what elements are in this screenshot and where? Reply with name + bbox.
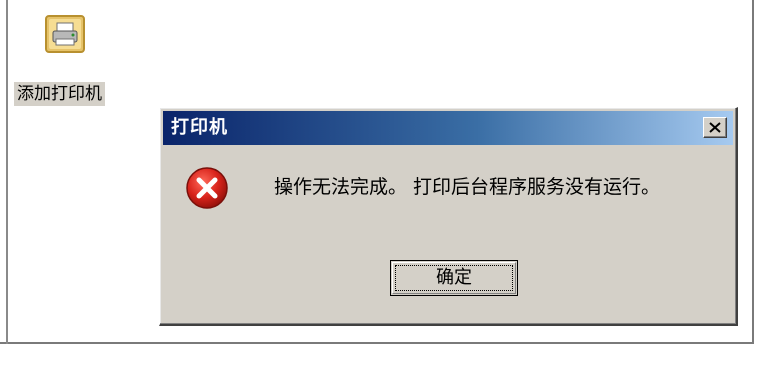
dialog-titlebar[interactable]: 打印机	[163, 111, 733, 145]
close-icon	[709, 122, 721, 133]
dialog-title: 打印机	[171, 117, 228, 138]
error-message: 操作无法完成。 打印后台程序服务没有运行。	[274, 176, 661, 198]
printer-error-dialog: 打印机 操作无法完成。 打印后台程序服务没有运行。 确定	[159, 107, 738, 326]
close-button[interactable]	[703, 117, 727, 138]
error-icon	[185, 166, 229, 210]
printer-icon	[44, 14, 86, 54]
ok-button[interactable]: 确定	[390, 260, 518, 296]
ok-button-label: 确定	[436, 267, 472, 288]
add-printer-shortcut[interactable]: 添加打印机	[14, 6, 140, 110]
add-printer-label: 添加打印机	[14, 82, 105, 106]
pane-left-border	[6, 0, 8, 344]
